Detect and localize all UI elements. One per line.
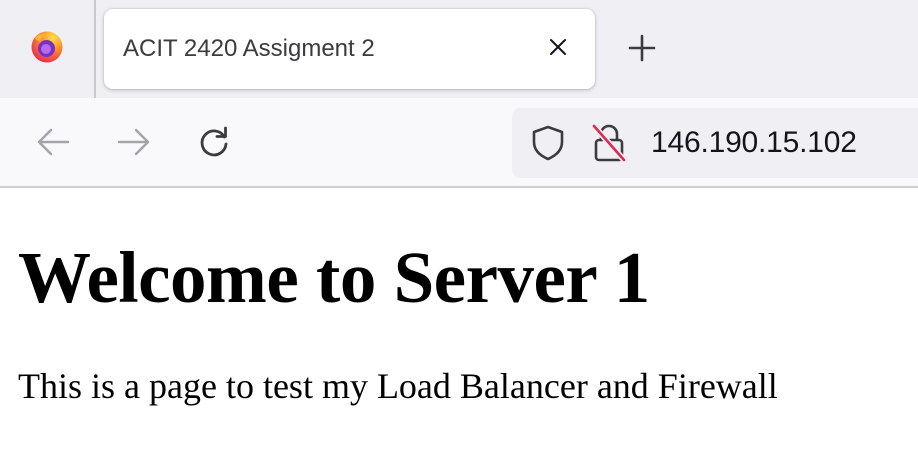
page-heading: Welcome to Server 1	[18, 237, 650, 318]
close-tab-button[interactable]	[541, 32, 575, 66]
forward-arrow-icon	[117, 127, 151, 162]
tab-title: ACIT 2420 Assigment 2	[123, 35, 375, 62]
page-content: Welcome to Server 1 This is a page to te…	[0, 190, 918, 474]
plus-icon	[628, 34, 656, 67]
back-arrow-icon	[36, 127, 70, 162]
insecure-lock-icon[interactable]	[590, 123, 628, 163]
navigation-toolbar: 146.190.15.102	[0, 98, 918, 188]
address-bar[interactable]: 146.190.15.102	[512, 108, 918, 178]
page-body-text: This is a page to test my Load Balancer …	[18, 366, 778, 406]
new-tab-button[interactable]	[620, 28, 664, 72]
reload-button[interactable]	[192, 122, 236, 166]
back-button[interactable]	[31, 122, 75, 166]
url-text[interactable]: 146.190.15.102	[651, 108, 857, 178]
tab-active[interactable]: ACIT 2420 Assigment 2	[104, 9, 595, 89]
close-icon	[548, 37, 568, 62]
tab-strip: ACIT 2420 Assigment 2	[0, 0, 918, 98]
shield-icon[interactable]	[530, 125, 566, 161]
forward-button[interactable]	[112, 122, 156, 166]
firefox-view-button[interactable]	[0, 0, 94, 98]
tab-separator	[94, 0, 96, 98]
firefox-icon	[30, 30, 64, 69]
reload-icon	[197, 125, 231, 164]
